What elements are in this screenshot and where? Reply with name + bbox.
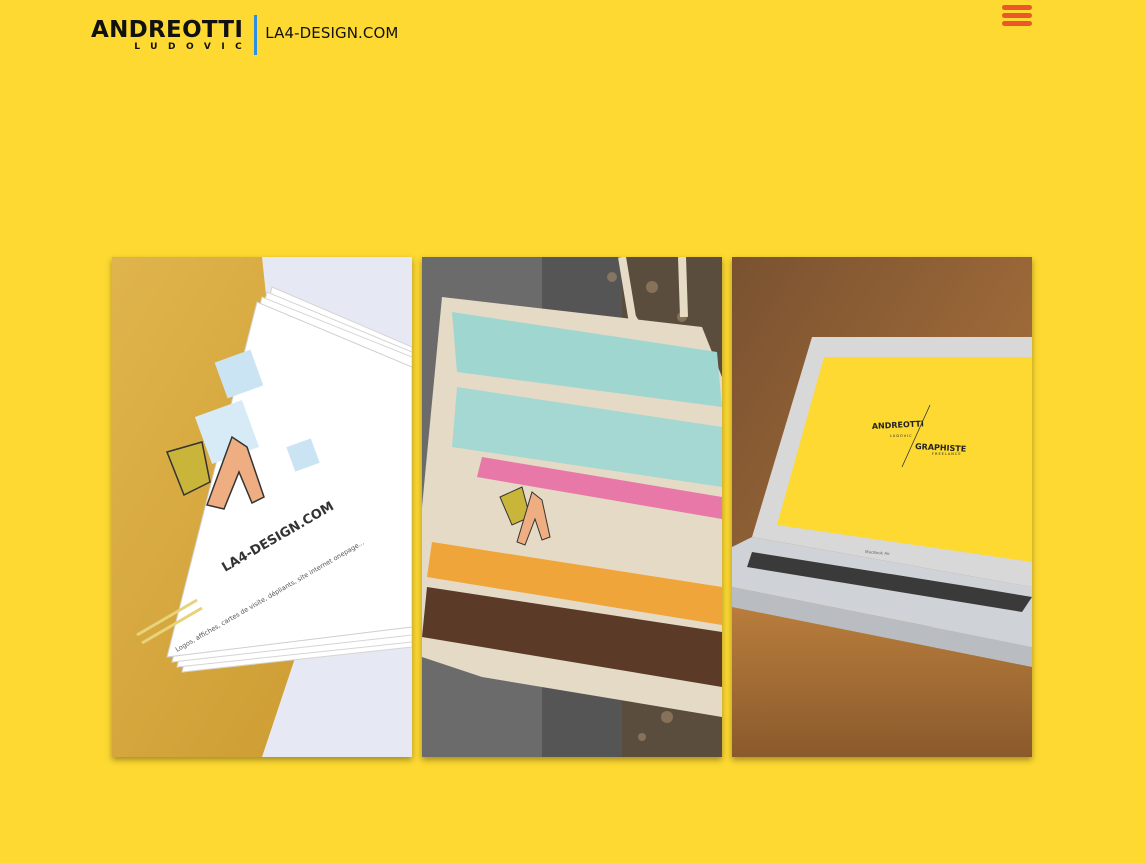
screen-logo-right-sub: FREELANCE xyxy=(932,452,962,456)
portfolio-item-tote-bag[interactable] xyxy=(422,257,722,757)
screen-logo-sub: LUDOVIC xyxy=(890,434,913,438)
logo-name: ANDREOTTI LUDOVIC xyxy=(91,18,243,53)
logo-site-text: LA4-DESIGN.COM xyxy=(265,24,399,42)
logo[interactable]: ANDREOTTI LUDOVIC LA4-DESIGN.COM xyxy=(91,15,398,55)
hamburger-menu-icon[interactable] xyxy=(1002,5,1032,26)
tote-bag-image xyxy=(422,257,722,757)
menu-bar xyxy=(1002,5,1032,10)
menu-bar xyxy=(1002,21,1032,26)
portfolio-item-laptop[interactable]: ANDREOTTI LUDOVIC GRAPHISTE FREELANCE Ma… xyxy=(732,257,1032,757)
logo-divider xyxy=(254,15,258,55)
logo-sub-text: LUDOVIC xyxy=(134,41,253,52)
menu-bar xyxy=(1002,13,1032,18)
logo-main-text: ANDREOTTI xyxy=(91,16,244,43)
business-cards-image: LA4-DESIGN.COM Logos, affiches, cartes d… xyxy=(112,257,412,757)
laptop-image: ANDREOTTI LUDOVIC GRAPHISTE FREELANCE Ma… xyxy=(732,257,1032,757)
portfolio-item-business-cards[interactable]: LA4-DESIGN.COM Logos, affiches, cartes d… xyxy=(112,257,412,757)
